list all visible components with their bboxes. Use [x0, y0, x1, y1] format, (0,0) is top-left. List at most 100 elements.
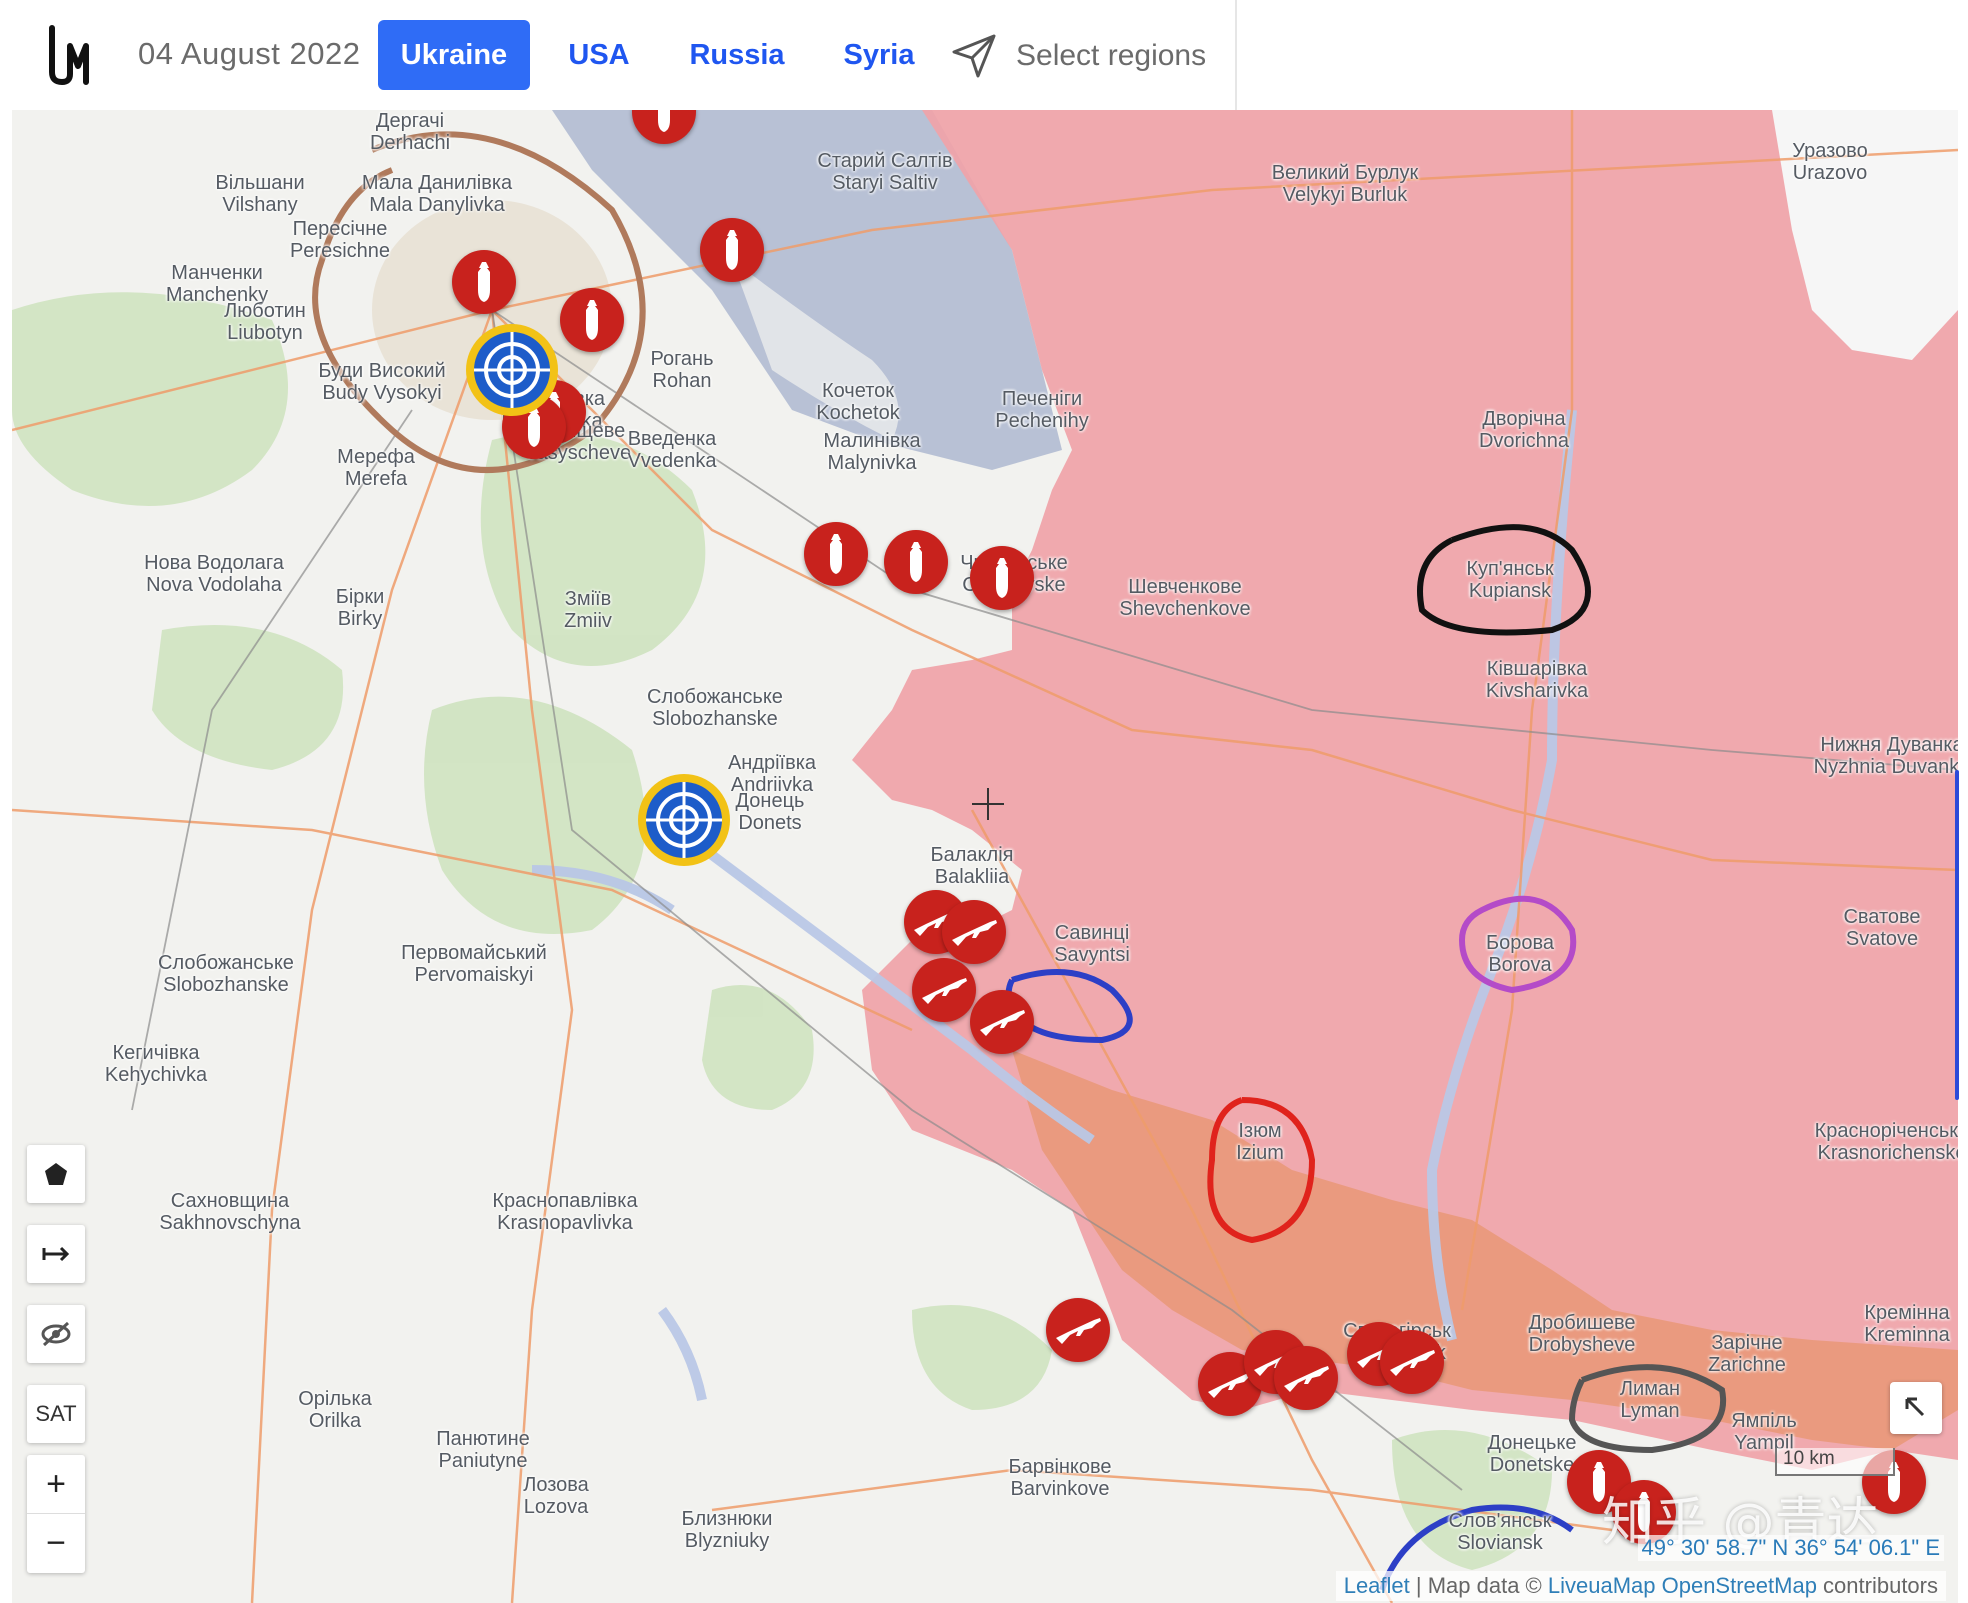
place-label-sakhnovschyna: Сахновщина Sakhnovschyna: [159, 1190, 300, 1234]
map-canvas[interactable]: Дергачі Derhachi Вільшани Vilshany Пересічне…: [12, 110, 1958, 1603]
place-name-uk: Балаклія: [930, 844, 1014, 866]
place-label-donetske: Донецьке Donetske: [1487, 1432, 1576, 1476]
fullscreen-button[interactable]: [1890, 1382, 1942, 1434]
tab-usa[interactable]: USA: [560, 20, 638, 90]
draw-polygon-button[interactable]: [27, 1145, 85, 1203]
place-name-en: Velykyi Burluk: [1282, 184, 1408, 206]
place-name-uk: Донецьке: [1487, 1432, 1577, 1454]
place-name-uk: Сахновщина: [170, 1190, 290, 1212]
aerial-bomb-marker[interactable]: [560, 288, 624, 352]
scale-bar: 10 km: [1775, 1448, 1895, 1476]
liveuamap-logo-icon[interactable]: [44, 22, 104, 86]
place-name-en: Mala Danylivka: [369, 194, 505, 216]
place-name-en: Zarichne: [1708, 1354, 1786, 1376]
place-name-en: Rohan: [652, 370, 712, 392]
satellite-toggle[interactable]: SAT: [27, 1385, 85, 1443]
zoom-out-button[interactable]: −: [27, 1513, 85, 1572]
aerial-bomb-marker[interactable]: [700, 218, 764, 282]
place-name-en: Lozova: [523, 1496, 589, 1518]
place-name-uk: Пересічне: [292, 218, 388, 240]
assault-rifle-marker[interactable]: [1046, 1298, 1110, 1362]
place-label-lozova: Лозова Lozova: [523, 1474, 589, 1518]
navigation-arrow-icon: [952, 34, 996, 78]
aerial-bomb-marker[interactable]: [884, 530, 948, 594]
place-label-birky: Бірки Birky: [336, 586, 385, 630]
place-name-uk: Зміїв: [564, 588, 612, 610]
aerial-bomb-marker[interactable]: [452, 250, 516, 314]
place-label-kehychivka: Кегичівка Kehychivka: [105, 1042, 207, 1086]
place-name-en: Vilshany: [222, 194, 298, 216]
place-name-uk: Краснопавлівка: [492, 1190, 638, 1212]
place-name-uk: Кегичівка: [112, 1042, 200, 1064]
place-name-en: Vvedenka: [627, 450, 717, 472]
place-name-en: Lyman: [1620, 1400, 1680, 1422]
hide-markers-button[interactable]: [27, 1305, 85, 1363]
place-name-en: Peresichne: [289, 240, 391, 262]
assault-rifle-marker[interactable]: [970, 990, 1034, 1054]
osm-link[interactable]: LiveuaMap OpenStreetMap: [1548, 1573, 1817, 1598]
place-label-dvorichna: Дворічна Dvorichna: [1479, 408, 1569, 452]
tab-russia[interactable]: Russia: [684, 20, 790, 90]
place-label-barvinkove: Барвінкове Barvinkove: [1008, 1456, 1111, 1500]
top-bar: 04 August 2022 Ukraine USA Russia Syria …: [0, 0, 1968, 110]
aerial-bomb-marker[interactable]: [970, 546, 1034, 610]
place-name-en: Kehychivka: [104, 1064, 208, 1086]
assault-rifle-icon: [922, 978, 967, 1004]
tab-syria[interactable]: Syria: [835, 20, 923, 90]
place-label-rohan: Рогань Rohan: [650, 348, 713, 392]
assault-rifle-marker[interactable]: [1274, 1346, 1338, 1410]
place-label-blyzniuky: Близнюки Blyzniuky: [682, 1508, 773, 1552]
zoom-in-button[interactable]: +: [27, 1455, 85, 1513]
place-label-izium: Ізюм Izium: [1236, 1120, 1284, 1164]
place-name-uk: Старий Салтів: [817, 150, 953, 172]
ukraine-military-roundel-icon: [474, 332, 550, 408]
assault-rifle-icon: [1390, 1350, 1435, 1376]
place-label-zmiiv: Зміїв Zmiiv: [564, 588, 612, 632]
assault-rifle-marker[interactable]: [942, 900, 1006, 964]
place-name-uk: Люботин: [224, 300, 306, 322]
measure-button[interactable]: [27, 1225, 85, 1283]
place-name-uk: Мала Данилівка: [361, 172, 513, 194]
place-label-urazovo: Уразово Urazovo: [1792, 140, 1867, 184]
place-label-paniutyne: Панютине Paniutyne: [436, 1428, 530, 1472]
aerial-bomb-marker[interactable]: [804, 522, 868, 586]
place-name-en: Blyzniuky: [684, 1530, 770, 1552]
side-scrollbar[interactable]: [1955, 770, 1959, 1100]
place-name-uk: Орілька: [298, 1388, 372, 1410]
place-label-kupiansk: Куп'янськ Kupiansk: [1466, 558, 1553, 602]
place-label-derhachi: Дергачі Derhachi: [370, 110, 450, 154]
select-regions-button[interactable]: Select regions: [950, 28, 1206, 84]
aerial-bomb-icon: [658, 110, 670, 132]
tab-ukraine[interactable]: Ukraine: [378, 20, 530, 90]
assault-rifle-icon: [1056, 1318, 1101, 1344]
place-label-liubotyn: Люботин Liubotyn: [224, 300, 306, 344]
place-label-kreminna: Кремінна Kreminna: [1864, 1302, 1950, 1346]
place-name-en: Borova: [1488, 954, 1552, 976]
place-name-uk: Борова: [1485, 932, 1555, 954]
assault-rifle-marker[interactable]: [912, 958, 976, 1022]
place-name-en: Kivsharivka: [1485, 680, 1589, 702]
place-name-en: Orilka: [308, 1410, 362, 1432]
place-name-uk: Красноріченське: [1814, 1120, 1958, 1142]
leaflet-link[interactable]: Leaflet: [1344, 1573, 1410, 1598]
place-label-balakliia: Балаклія Balakliia: [931, 844, 1014, 888]
place-name-en: Donets: [738, 812, 802, 834]
place-name-uk: Манченки: [171, 262, 263, 284]
place-name-uk: Бірки: [335, 586, 385, 608]
place-label-slobozhanske: Слобожанське Slobozhanske: [158, 952, 294, 996]
place-name-en: Nyzhnia Duvanka: [1813, 756, 1958, 778]
assault-rifle-marker[interactable]: [1380, 1330, 1444, 1394]
place-label-nova-vodolaha: Нова Водолага Nova Vodolaha: [144, 552, 284, 596]
place-name-uk: Лозова: [523, 1474, 589, 1496]
ukraine-military-roundel-marker[interactable]: [638, 774, 730, 866]
place-name-uk: Близнюки: [681, 1508, 773, 1530]
place-name-uk: Зарічне: [1711, 1332, 1783, 1354]
place-name-en: Malynivka: [827, 452, 917, 474]
place-name-en: Sakhnovschyna: [159, 1212, 301, 1234]
aerial-bomb-marker[interactable]: [632, 110, 696, 144]
attribution-suffix: contributors: [1816, 1573, 1938, 1598]
place-label-savyntsi: Савинці Savyntsi: [1054, 922, 1130, 966]
ukraine-military-roundel-marker[interactable]: [466, 324, 558, 416]
place-name-en: Kreminna: [1864, 1324, 1950, 1346]
place-name-uk: Слобожанське: [158, 952, 294, 974]
